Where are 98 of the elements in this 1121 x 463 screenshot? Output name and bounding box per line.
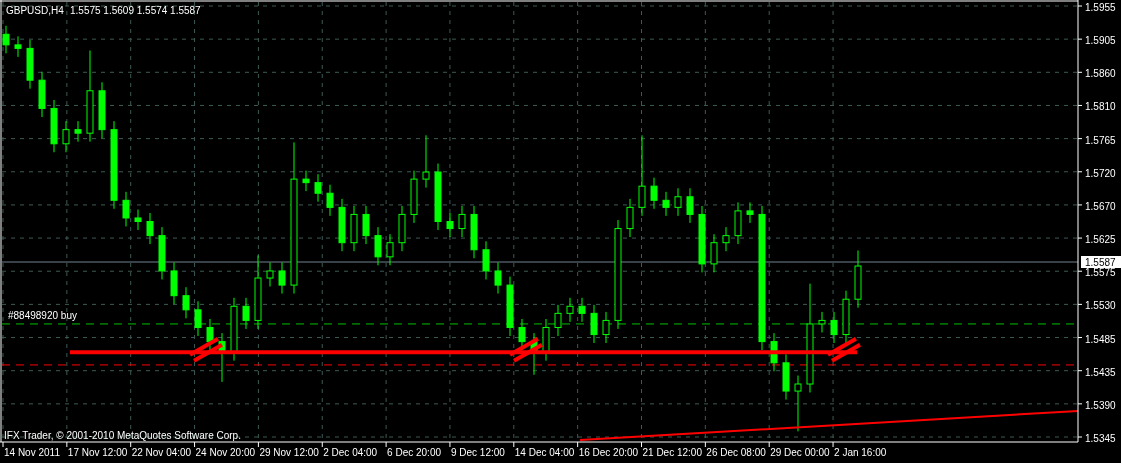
candle	[206, 318, 214, 351]
time-axis-label: 22 Nov 04:00	[131, 447, 192, 458]
time-axis-label: 2 Jan 16:00	[834, 447, 887, 458]
candle	[278, 262, 286, 295]
candle	[146, 212, 154, 245]
candle	[734, 201, 742, 245]
slash-mark	[509, 336, 543, 363]
price-axis-label: 1.5435	[1085, 366, 1116, 378]
time-axis-label: 29 Nov 12:00	[259, 447, 319, 458]
candle	[746, 201, 754, 224]
candle	[830, 311, 838, 344]
candle	[602, 311, 610, 344]
time-axis-label: 24 Nov 20:00	[195, 447, 256, 458]
candle	[686, 187, 694, 224]
candle	[182, 286, 190, 319]
price-axis-label: 1.5485	[1085, 333, 1116, 345]
candle	[218, 332, 226, 383]
ohlc-values: 1.5575 1.5609 1.5574 1.5587	[70, 5, 201, 16]
price-axis-label: 1.5345	[1085, 433, 1116, 444]
candle	[194, 300, 202, 337]
slash-mark	[189, 336, 223, 363]
candle	[386, 233, 394, 266]
chart-symbol: GBPUSD,H4	[6, 5, 64, 16]
candle	[434, 163, 442, 231]
time-axis-label: 14 Nov 2011	[4, 447, 60, 458]
candle	[14, 35, 22, 58]
bid-price-label: 1.5587	[1081, 256, 1121, 268]
time-axis-label: 9 Dec 12:00	[450, 447, 505, 458]
candle	[170, 262, 178, 305]
candle	[98, 81, 106, 139]
candle	[662, 191, 670, 217]
candle	[38, 71, 46, 118]
candle	[26, 39, 34, 90]
candle	[794, 375, 802, 432]
candle	[842, 290, 850, 344]
candle	[542, 318, 550, 362]
price-axis-label: 1.5390	[1085, 399, 1116, 411]
candle	[398, 205, 406, 252]
price-axis-label: 1.5860	[1085, 68, 1116, 80]
time-axis-label: 29 Dec 00:00	[770, 447, 830, 458]
time-axis-label: 21 Dec 12:00	[642, 447, 702, 458]
candle	[422, 134, 430, 189]
candle	[458, 205, 466, 238]
candle	[722, 226, 730, 252]
order-label: #88498920 buy	[8, 309, 77, 321]
candle	[626, 198, 634, 238]
candle	[242, 297, 250, 330]
candle	[566, 297, 574, 323]
candle	[338, 198, 346, 252]
candle	[698, 205, 706, 273]
time-axis-label: 6 Dec 20:00	[387, 447, 442, 458]
price-axis-label: 1.5765	[1085, 134, 1116, 146]
candle	[374, 226, 382, 266]
candle	[266, 262, 274, 287]
candle	[782, 353, 790, 401]
copyright-text: IFX Trader, © 2001-2010 MetaQuotes Software Corp.	[4, 430, 241, 441]
candle	[470, 205, 478, 259]
price-axis-label: 1.5575	[1085, 267, 1116, 279]
price-axis-label: 1.5810	[1085, 101, 1116, 113]
time-axis-label: 14 Dec 04:00	[514, 447, 575, 458]
price-axis-label: 1.5670	[1085, 200, 1116, 212]
candle	[2, 25, 10, 54]
candle	[854, 249, 862, 309]
candle	[62, 120, 70, 153]
candle	[482, 240, 490, 280]
candle	[410, 170, 418, 224]
price-axis-label: 1.5530	[1085, 300, 1116, 312]
candle	[74, 120, 82, 143]
candle	[362, 205, 370, 245]
candle	[50, 99, 58, 153]
candle	[674, 187, 682, 217]
candle	[506, 276, 514, 337]
candle	[158, 226, 166, 280]
time-axis-label: 26 Dec 08:00	[706, 447, 766, 458]
candle	[230, 297, 238, 362]
time-axis-label: 17 Nov 12:00	[67, 447, 128, 458]
candle	[494, 262, 502, 295]
candle	[350, 205, 358, 252]
candle	[710, 233, 718, 273]
candle	[590, 304, 598, 344]
price-axis-label: 1.5955	[1085, 2, 1116, 13]
candle	[314, 173, 322, 203]
candle	[578, 297, 586, 323]
candle	[818, 311, 826, 333]
price-axis-label: 1.5720	[1085, 167, 1116, 179]
price-axis-label: 1.5905	[1085, 35, 1116, 47]
candle	[554, 304, 562, 337]
candle	[134, 209, 142, 231]
slash-mark	[827, 336, 861, 363]
candle	[770, 332, 778, 372]
time-axis-label: 16 Dec 20:00	[578, 447, 639, 458]
candle	[122, 191, 130, 227]
candle	[326, 184, 334, 217]
candle	[302, 170, 310, 192]
time-axis-label: 2 Dec 04:00	[323, 447, 378, 458]
candle	[650, 177, 658, 210]
price-axis-label: 1.5625	[1085, 234, 1116, 246]
candle	[446, 212, 454, 238]
